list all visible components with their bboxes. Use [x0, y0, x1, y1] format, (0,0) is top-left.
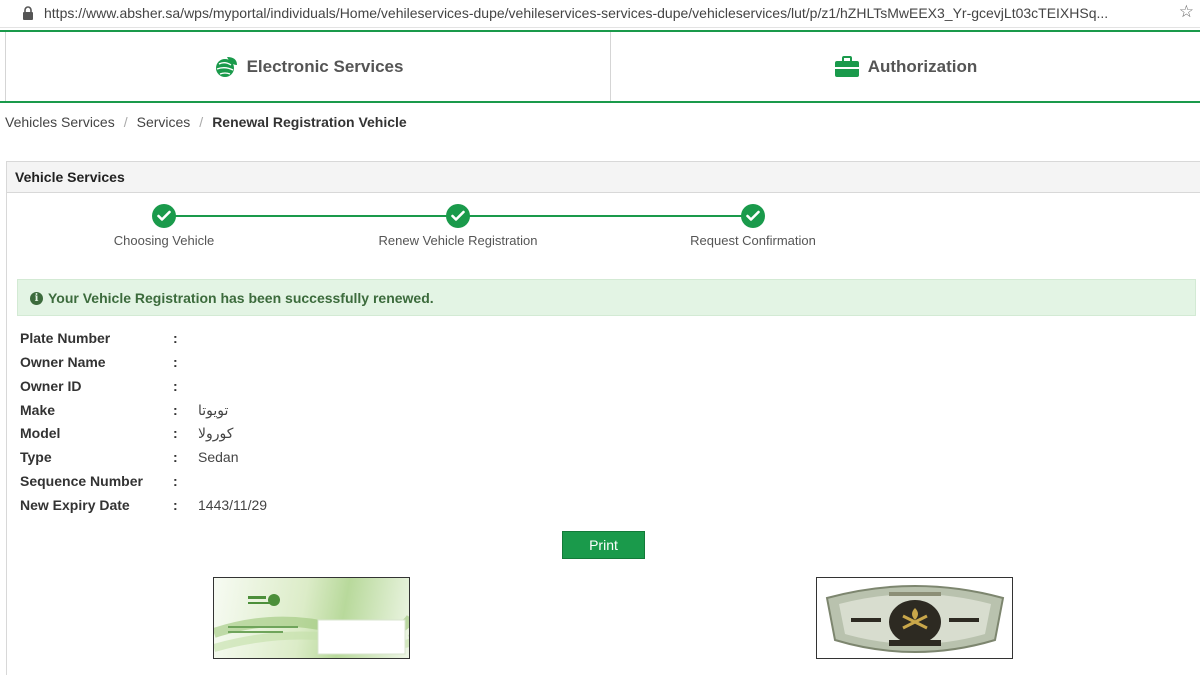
- breadcrumb-separator: /: [123, 114, 128, 130]
- breadcrumb-item-vehicles-services[interactable]: Vehicles Services: [5, 114, 115, 130]
- detail-value: 1443/11/29: [198, 497, 268, 513]
- step-label-renew-registration: Renew Vehicle Registration: [378, 233, 538, 248]
- detail-colon: :: [173, 354, 178, 370]
- detail-value: كورولا: [198, 425, 234, 441]
- absher-logo-icon: [214, 594, 409, 655]
- detail-label: Owner Name: [20, 354, 106, 370]
- globe-leaf-icon: [213, 55, 239, 79]
- public-security-badge-image: [816, 577, 1013, 659]
- print-button[interactable]: Print: [562, 531, 645, 559]
- absher-card-image: [213, 577, 410, 659]
- detail-value: تويوتا: [198, 402, 229, 418]
- detail-label: Sequence Number: [20, 473, 143, 489]
- breadcrumb-separator: /: [199, 114, 204, 130]
- vehicle-services-panel: Vehicle Services Choosing Vehicle Renew …: [6, 161, 1200, 675]
- step-label-request-confirmation: Request Confirmation: [690, 233, 816, 248]
- detail-label: Make: [20, 402, 56, 418]
- step-2-check-icon: [446, 204, 470, 228]
- detail-colon: :: [173, 402, 178, 418]
- tab-label: Authorization: [867, 56, 978, 76]
- detail-colon: :: [173, 449, 178, 465]
- detail-label: Model: [20, 425, 61, 441]
- success-alert: i Your Vehicle Registration has been suc…: [17, 279, 1196, 316]
- address-bar[interactable]: https://www.absher.sa/wps/myportal/indiv…: [0, 0, 1200, 28]
- detail-colon: :: [173, 378, 178, 394]
- detail-label: Plate Number: [20, 330, 111, 346]
- info-icon: i: [30, 292, 43, 305]
- tab-label: Electronic Services: [246, 56, 404, 76]
- detail-label: Type: [20, 449, 52, 465]
- detail-colon: :: [173, 330, 178, 346]
- detail-label: New Expiry Date: [20, 497, 130, 513]
- detail-value: Sedan: [198, 449, 239, 465]
- detail-colon: :: [173, 473, 178, 489]
- panel-title: Vehicle Services: [7, 162, 1200, 193]
- tab-electronic-services[interactable]: Electronic Services: [5, 32, 611, 101]
- detail-colon: :: [173, 497, 178, 513]
- step-1-check-icon: [152, 204, 176, 228]
- bookmark-star-icon[interactable]: ☆: [1179, 2, 1194, 22]
- detail-colon: :: [173, 425, 178, 441]
- breadcrumb-item-services[interactable]: Services: [137, 114, 191, 130]
- lock-icon: [23, 6, 33, 20]
- breadcrumb-current: Renewal Registration Vehicle: [212, 114, 407, 130]
- briefcase-icon: [834, 55, 860, 78]
- top-navigation: Electronic Services Authorization: [0, 30, 1200, 103]
- step-3-check-icon: [741, 204, 765, 228]
- breadcrumb: Vehicles Services / Services / Renewal Regis…: [5, 114, 407, 130]
- tab-authorization[interactable]: Authorization: [611, 32, 1200, 101]
- detail-label: Owner ID: [20, 378, 82, 394]
- public-security-emblem-icon: [825, 585, 1005, 653]
- step-label-choosing-vehicle: Choosing Vehicle: [113, 233, 215, 248]
- url-text[interactable]: https://www.absher.sa/wps/myportal/indiv…: [44, 5, 1164, 21]
- alert-message: Your Vehicle Registration has been succe…: [48, 290, 434, 306]
